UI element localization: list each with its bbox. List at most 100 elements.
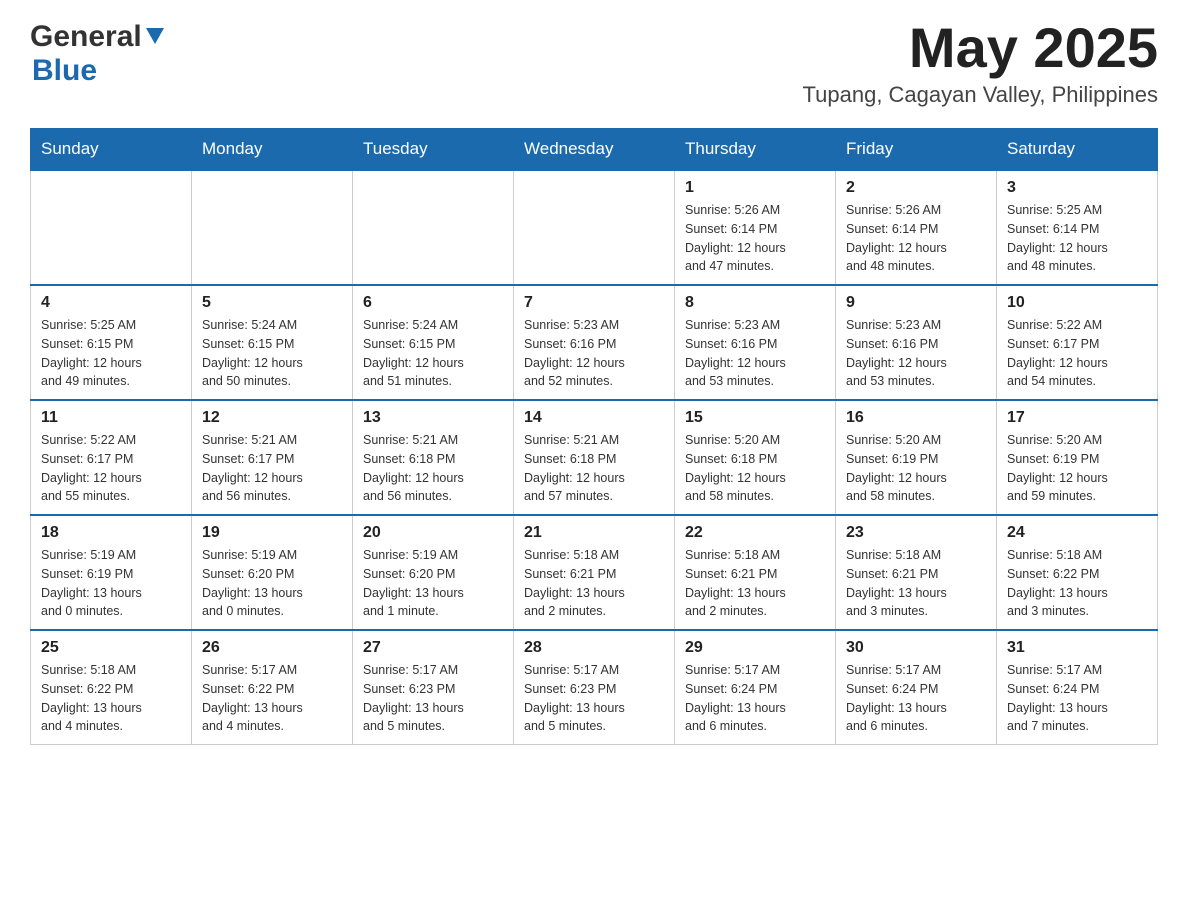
day-info: Sunrise: 5:18 AM Sunset: 6:21 PM Dayligh… (524, 546, 664, 621)
day-number: 16 (846, 409, 986, 427)
day-info: Sunrise: 5:17 AM Sunset: 6:24 PM Dayligh… (1007, 661, 1147, 736)
week-row-4: 18Sunrise: 5:19 AM Sunset: 6:19 PM Dayli… (31, 515, 1158, 630)
calendar-cell (31, 170, 192, 285)
day-info: Sunrise: 5:25 AM Sunset: 6:15 PM Dayligh… (41, 316, 181, 391)
day-info: Sunrise: 5:19 AM Sunset: 6:20 PM Dayligh… (363, 546, 503, 621)
day-number: 4 (41, 294, 181, 312)
calendar-cell: 1 Sunrise: 5:26 AM Sunset: 6:14 PM Daylig… (675, 170, 836, 285)
day-number: 29 (685, 639, 825, 657)
logo: General Blue (30, 20, 164, 88)
day-number: 14 (524, 409, 664, 427)
day-info: Sunrise: 5:23 AM Sunset: 6:16 PM Dayligh… (524, 316, 664, 391)
weekday-header-saturday: Saturday (997, 129, 1158, 171)
calendar-cell: 10Sunrise: 5:22 AM Sunset: 6:17 PM Dayli… (997, 285, 1158, 400)
day-info: Sunrise: 5:19 AM Sunset: 6:19 PM Dayligh… (41, 546, 181, 621)
title-block: May 2025 Tupang, Cagayan Valley, Philipp… (803, 20, 1158, 108)
day-info: Sunrise: 5:17 AM Sunset: 6:23 PM Dayligh… (524, 661, 664, 736)
calendar-cell: 4 Sunrise: 5:25 AM Sunset: 6:15 PM Daylig… (31, 285, 192, 400)
day-number: 25 (41, 639, 181, 657)
logo-triangle-icon (146, 28, 164, 51)
calendar-cell: 25 Sunrise: 5:18 AM Sunset: 6:22 PM Dayli… (31, 630, 192, 745)
day-number: 26 (202, 639, 342, 657)
calendar-cell: 22Sunrise: 5:18 AM Sunset: 6:21 PM Dayli… (675, 515, 836, 630)
week-row-2: 4 Sunrise: 5:25 AM Sunset: 6:15 PM Daylig… (31, 285, 1158, 400)
day-number: 9 (846, 294, 986, 312)
calendar-cell: 12 Sunrise: 5:21 AM Sunset: 6:17 PM Dayli… (192, 400, 353, 515)
day-info: Sunrise: 5:20 AM Sunset: 6:19 PM Dayligh… (1007, 431, 1147, 506)
weekday-header-thursday: Thursday (675, 129, 836, 171)
logo-blue: Blue (32, 54, 97, 88)
day-number: 27 (363, 639, 503, 657)
calendar-cell: 28Sunrise: 5:17 AM Sunset: 6:23 PM Dayli… (514, 630, 675, 745)
day-number: 10 (1007, 294, 1147, 312)
day-number: 2 (846, 179, 986, 197)
day-number: 21 (524, 524, 664, 542)
day-info: Sunrise: 5:19 AM Sunset: 6:20 PM Dayligh… (202, 546, 342, 621)
calendar-cell: 27 Sunrise: 5:17 AM Sunset: 6:23 PM Dayli… (353, 630, 514, 745)
weekday-header-tuesday: Tuesday (353, 129, 514, 171)
day-info: Sunrise: 5:26 AM Sunset: 6:14 PM Dayligh… (846, 201, 986, 276)
calendar-cell: 26 Sunrise: 5:17 AM Sunset: 6:22 PM Dayli… (192, 630, 353, 745)
logo-general: General (30, 20, 142, 54)
day-info: Sunrise: 5:17 AM Sunset: 6:24 PM Dayligh… (685, 661, 825, 736)
day-info: Sunrise: 5:18 AM Sunset: 6:22 PM Dayligh… (1007, 546, 1147, 621)
day-number: 17 (1007, 409, 1147, 427)
day-number: 31 (1007, 639, 1147, 657)
calendar-cell (514, 170, 675, 285)
day-number: 23 (846, 524, 986, 542)
day-number: 5 (202, 294, 342, 312)
day-number: 12 (202, 409, 342, 427)
day-number: 11 (41, 409, 181, 427)
day-info: Sunrise: 5:21 AM Sunset: 6:18 PM Dayligh… (363, 431, 503, 506)
calendar-cell: 9 Sunrise: 5:23 AM Sunset: 6:16 PM Daylig… (836, 285, 997, 400)
day-info: Sunrise: 5:21 AM Sunset: 6:18 PM Dayligh… (524, 431, 664, 506)
day-info: Sunrise: 5:26 AM Sunset: 6:14 PM Dayligh… (685, 201, 825, 276)
day-info: Sunrise: 5:17 AM Sunset: 6:22 PM Dayligh… (202, 661, 342, 736)
day-number: 1 (685, 179, 825, 197)
calendar-cell: 18Sunrise: 5:19 AM Sunset: 6:19 PM Dayli… (31, 515, 192, 630)
weekday-header-friday: Friday (836, 129, 997, 171)
week-row-3: 11 Sunrise: 5:22 AM Sunset: 6:17 PM Dayli… (31, 400, 1158, 515)
week-row-1: 1 Sunrise: 5:26 AM Sunset: 6:14 PM Daylig… (31, 170, 1158, 285)
calendar-cell: 2 Sunrise: 5:26 AM Sunset: 6:14 PM Daylig… (836, 170, 997, 285)
day-number: 8 (685, 294, 825, 312)
day-number: 13 (363, 409, 503, 427)
calendar-cell: 20 Sunrise: 5:19 AM Sunset: 6:20 PM Dayli… (353, 515, 514, 630)
location-title: Tupang, Cagayan Valley, Philippines (803, 82, 1158, 108)
day-number: 20 (363, 524, 503, 542)
calendar-cell: 19 Sunrise: 5:19 AM Sunset: 6:20 PM Dayli… (192, 515, 353, 630)
day-info: Sunrise: 5:22 AM Sunset: 6:17 PM Dayligh… (41, 431, 181, 506)
calendar-cell: 11 Sunrise: 5:22 AM Sunset: 6:17 PM Dayli… (31, 400, 192, 515)
day-info: Sunrise: 5:23 AM Sunset: 6:16 PM Dayligh… (846, 316, 986, 391)
calendar-cell: 17 Sunrise: 5:20 AM Sunset: 6:19 PM Dayli… (997, 400, 1158, 515)
calendar-cell (353, 170, 514, 285)
day-number: 6 (363, 294, 503, 312)
calendar-cell: 23 Sunrise: 5:18 AM Sunset: 6:21 PM Dayli… (836, 515, 997, 630)
weekday-header-wednesday: Wednesday (514, 129, 675, 171)
calendar-cell: 6Sunrise: 5:24 AM Sunset: 6:15 PM Daylig… (353, 285, 514, 400)
calendar-cell: 30Sunrise: 5:17 AM Sunset: 6:24 PM Dayli… (836, 630, 997, 745)
day-info: Sunrise: 5:17 AM Sunset: 6:24 PM Dayligh… (846, 661, 986, 736)
day-info: Sunrise: 5:21 AM Sunset: 6:17 PM Dayligh… (202, 431, 342, 506)
day-info: Sunrise: 5:17 AM Sunset: 6:23 PM Dayligh… (363, 661, 503, 736)
calendar-cell: 8 Sunrise: 5:23 AM Sunset: 6:16 PM Daylig… (675, 285, 836, 400)
calendar-cell: 7Sunrise: 5:23 AM Sunset: 6:16 PM Daylig… (514, 285, 675, 400)
month-title: May 2025 (803, 20, 1158, 76)
day-number: 19 (202, 524, 342, 542)
calendar-cell: 14 Sunrise: 5:21 AM Sunset: 6:18 PM Dayli… (514, 400, 675, 515)
day-number: 24 (1007, 524, 1147, 542)
calendar-cell: 13 Sunrise: 5:21 AM Sunset: 6:18 PM Dayli… (353, 400, 514, 515)
calendar-cell: 21 Sunrise: 5:18 AM Sunset: 6:21 PM Dayli… (514, 515, 675, 630)
day-info: Sunrise: 5:23 AM Sunset: 6:16 PM Dayligh… (685, 316, 825, 391)
week-row-5: 25 Sunrise: 5:18 AM Sunset: 6:22 PM Dayli… (31, 630, 1158, 745)
calendar-cell: 29 Sunrise: 5:17 AM Sunset: 6:24 PM Dayli… (675, 630, 836, 745)
day-number: 3 (1007, 179, 1147, 197)
day-info: Sunrise: 5:20 AM Sunset: 6:18 PM Dayligh… (685, 431, 825, 506)
weekday-header-monday: Monday (192, 129, 353, 171)
weekday-header-row: SundayMondayTuesdayWednesdayThursdayFrid… (31, 129, 1158, 171)
day-info: Sunrise: 5:18 AM Sunset: 6:22 PM Dayligh… (41, 661, 181, 736)
day-info: Sunrise: 5:20 AM Sunset: 6:19 PM Dayligh… (846, 431, 986, 506)
calendar-cell: 24 Sunrise: 5:18 AM Sunset: 6:22 PM Dayli… (997, 515, 1158, 630)
page-header: General Blue May 2025 Tupang, Cagayan Va… (30, 20, 1158, 108)
day-info: Sunrise: 5:18 AM Sunset: 6:21 PM Dayligh… (846, 546, 986, 621)
